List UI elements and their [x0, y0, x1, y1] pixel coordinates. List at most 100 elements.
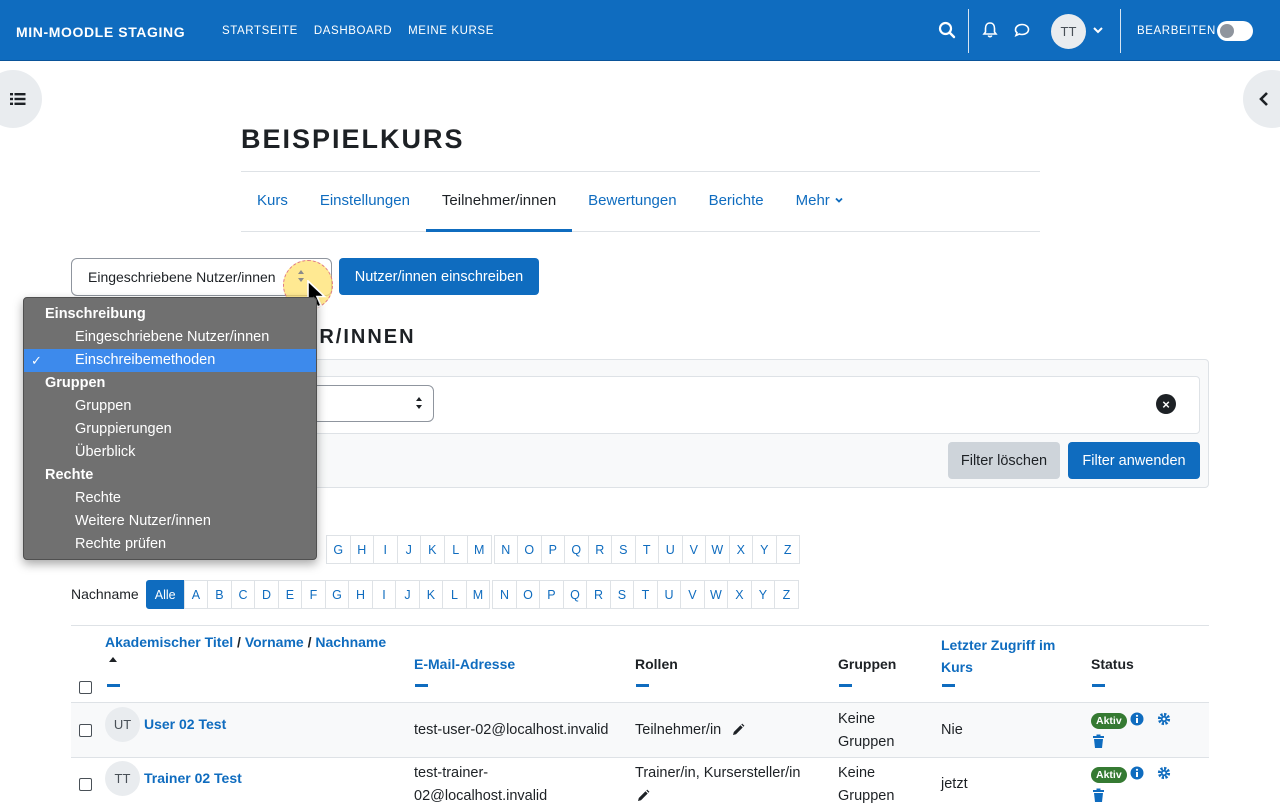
lastname-letter[interactable]: S: [609, 580, 635, 609]
gear-icon[interactable]: [1157, 712, 1171, 726]
lastname-letter[interactable]: W: [703, 580, 729, 609]
lastname-letter[interactable]: Z: [774, 580, 799, 609]
lastname-letter[interactable]: R: [586, 580, 611, 609]
gear-icon[interactable]: [1157, 766, 1171, 780]
tab-kurs[interactable]: Kurs: [241, 172, 304, 231]
dropdown-option[interactable]: Eingeschriebene Nutzer/innen: [24, 326, 316, 349]
lastname-letter[interactable]: Q: [562, 580, 588, 609]
trash-icon[interactable]: [1092, 788, 1105, 803]
lastname-letter-all[interactable]: Alle: [145, 580, 185, 609]
tab-berichte[interactable]: Berichte: [693, 172, 780, 231]
chevron-down-icon[interactable]: [1091, 23, 1105, 37]
nav-meine-kurse[interactable]: MEINE KURSE: [408, 25, 494, 37]
lastname-letter[interactable]: L: [442, 580, 467, 609]
user-avatar[interactable]: TT: [1051, 14, 1086, 49]
sort-firstname-link[interactable]: Vorname: [245, 634, 304, 650]
dropdown-option-selected[interactable]: ✓ Einschreibemethoden: [24, 349, 316, 372]
collapse-column-icon[interactable]: [107, 684, 120, 687]
lastname-letter[interactable]: I: [371, 580, 397, 609]
collapse-column-icon[interactable]: [636, 684, 649, 687]
firstname-letter[interactable]: V: [681, 535, 706, 564]
edit-mode-toggle[interactable]: [1217, 21, 1253, 41]
firstname-letter[interactable]: M: [467, 535, 492, 564]
collapse-column-icon[interactable]: [839, 684, 852, 687]
firstname-letter[interactable]: N: [493, 535, 518, 564]
lastname-letter[interactable]: H: [348, 580, 373, 609]
course-index-drawer-button[interactable]: [0, 70, 42, 128]
nav-dashboard[interactable]: DASHBOARD: [314, 25, 392, 37]
lastname-letter[interactable]: G: [324, 580, 350, 609]
firstname-letter[interactable]: Z: [775, 535, 800, 564]
firstname-letter[interactable]: P: [540, 535, 565, 564]
lastname-letter[interactable]: B: [207, 580, 232, 609]
firstname-letter[interactable]: O: [517, 535, 542, 564]
firstname-letter[interactable]: L: [443, 535, 468, 564]
lastname-letter[interactable]: Y: [750, 580, 776, 609]
user-name-link[interactable]: User 02 Test: [144, 716, 226, 732]
lastname-letter[interactable]: J: [395, 580, 420, 609]
tab-bewertungen[interactable]: Bewertungen: [572, 172, 692, 231]
collapse-column-icon[interactable]: [1092, 684, 1105, 687]
enrol-users-button[interactable]: Nutzer/innen einschreiben: [339, 258, 539, 295]
lastname-letter[interactable]: T: [633, 580, 658, 609]
lastname-letter[interactable]: N: [492, 580, 517, 609]
lastname-letter[interactable]: V: [680, 580, 705, 609]
firstname-letter[interactable]: J: [396, 535, 421, 564]
lastname-letter[interactable]: P: [539, 580, 564, 609]
firstname-letter[interactable]: K: [420, 535, 445, 564]
pencil-icon[interactable]: [731, 723, 745, 737]
collapse-column-icon[interactable]: [942, 684, 955, 687]
firstname-letter[interactable]: R: [587, 535, 612, 564]
clear-filters-button[interactable]: Filter löschen: [948, 442, 1060, 479]
sort-academic-title-link[interactable]: Akademischer Titel: [105, 634, 233, 650]
firstname-letter[interactable]: X: [728, 535, 753, 564]
firstname-letter[interactable]: Q: [564, 535, 589, 564]
row-select-checkbox[interactable]: [79, 778, 92, 791]
lastname-letter[interactable]: M: [465, 580, 491, 609]
firstname-letter[interactable]: W: [705, 535, 730, 564]
lastname-letter[interactable]: D: [254, 580, 279, 609]
firstname-letter[interactable]: T: [634, 535, 659, 564]
lastname-letter[interactable]: K: [418, 580, 444, 609]
remove-filter-row-icon[interactable]: ×: [1156, 394, 1176, 414]
info-icon[interactable]: [1130, 712, 1144, 726]
site-brand[interactable]: MIN-MOODLE STAGING: [16, 24, 185, 40]
nav-startseite[interactable]: STARTSEITE: [222, 25, 298, 37]
dropdown-option[interactable]: Überblick: [24, 441, 316, 464]
apply-filters-button[interactable]: Filter anwenden: [1068, 442, 1200, 479]
tab-teilnehmer[interactable]: Teilnehmer/innen: [425, 172, 573, 232]
lastname-letter[interactable]: F: [301, 580, 326, 609]
firstname-letter[interactable]: U: [658, 535, 683, 564]
select-all-checkbox[interactable]: [79, 681, 92, 694]
user-name-link[interactable]: Trainer 02 Test: [144, 770, 242, 786]
dropdown-option[interactable]: Weitere Nutzer/innen: [24, 510, 316, 533]
bell-icon[interactable]: [980, 20, 1000, 40]
pencil-icon[interactable]: [636, 789, 650, 803]
firstname-letter[interactable]: S: [611, 535, 636, 564]
collapse-column-icon[interactable]: [415, 684, 428, 687]
lastname-letter[interactable]: X: [727, 580, 752, 609]
lastname-letter[interactable]: E: [277, 580, 303, 609]
lastname-letter[interactable]: A: [183, 580, 209, 609]
firstname-letter[interactable]: I: [373, 535, 398, 564]
tab-einstellungen[interactable]: Einstellungen: [304, 172, 426, 231]
email-column-header[interactable]: E-Mail-Adresse: [414, 656, 515, 672]
last-access-column-header[interactable]: Letzter Zugriff im Kurs: [941, 634, 1071, 678]
filter-type-select[interactable]: [300, 385, 434, 422]
dropdown-option[interactable]: Rechte prüfen: [24, 533, 316, 556]
row-select-checkbox[interactable]: [79, 724, 92, 737]
tab-mehr[interactable]: Mehr: [780, 172, 860, 231]
dropdown-option[interactable]: Rechte: [24, 487, 316, 510]
lastname-letter[interactable]: O: [515, 580, 541, 609]
sort-lastname-link[interactable]: Nachname: [315, 634, 386, 650]
chat-icon[interactable]: [1012, 20, 1032, 40]
dropdown-option[interactable]: Gruppen: [24, 395, 316, 418]
search-icon[interactable]: [937, 20, 957, 40]
block-drawer-button[interactable]: [1243, 70, 1280, 128]
info-icon[interactable]: [1130, 766, 1144, 780]
firstname-letter[interactable]: H: [349, 535, 374, 564]
firstname-letter[interactable]: G: [326, 535, 351, 564]
dropdown-option[interactable]: Gruppierungen: [24, 418, 316, 441]
trash-icon[interactable]: [1092, 734, 1105, 749]
firstname-letter[interactable]: Y: [752, 535, 777, 564]
